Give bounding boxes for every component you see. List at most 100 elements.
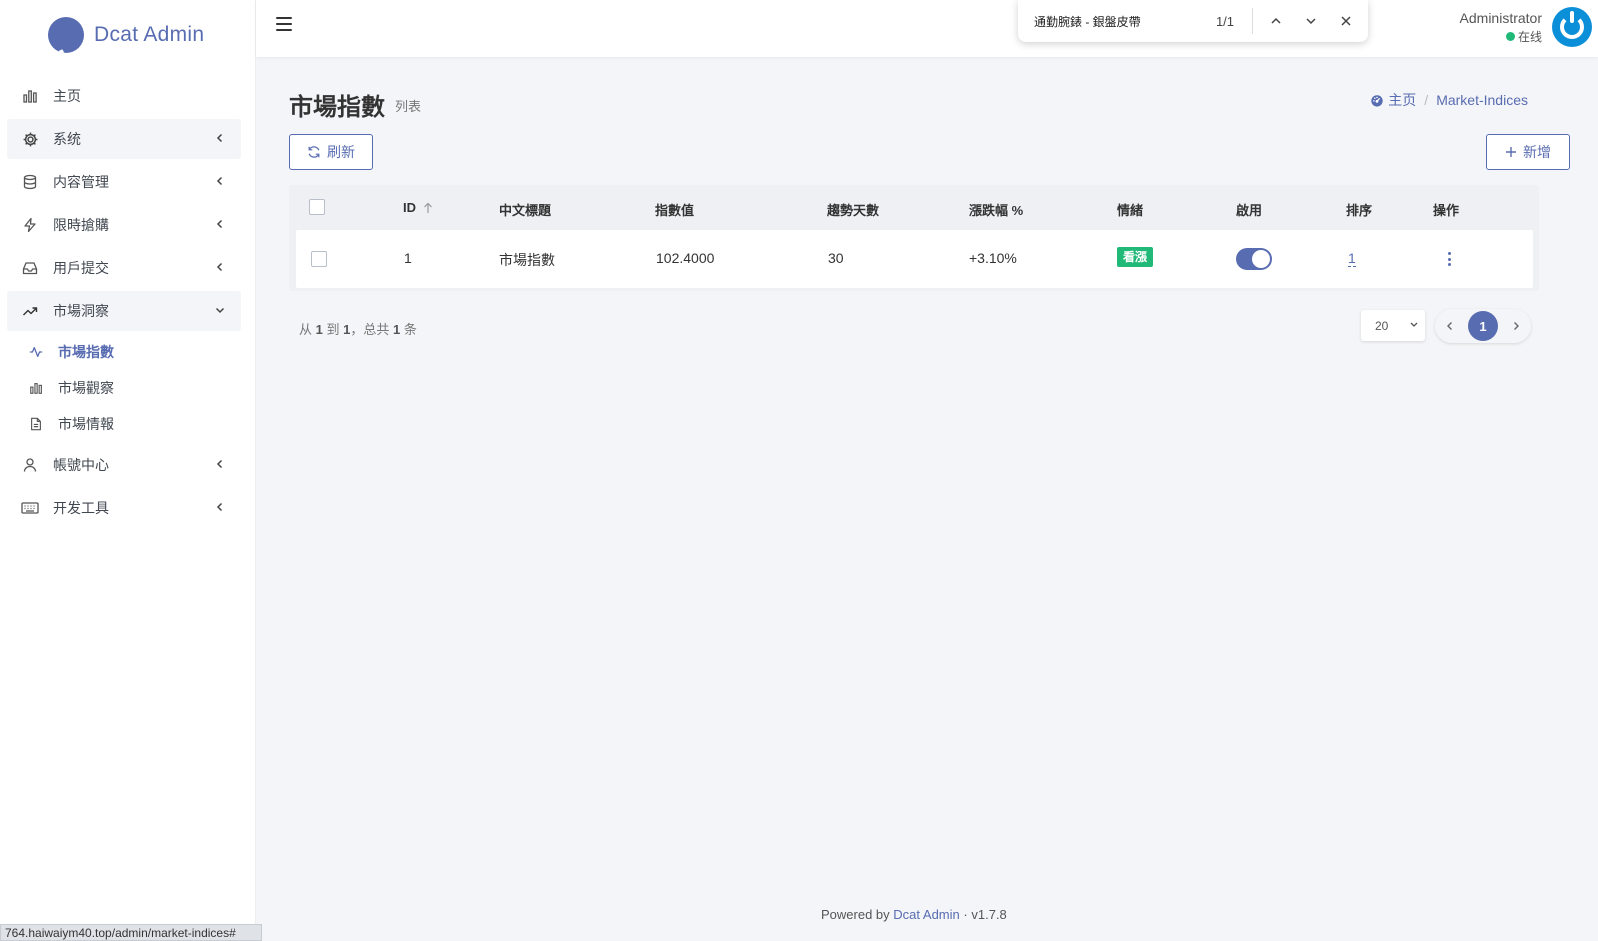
column-header-order: 排序 [1346,203,1373,218]
bar-chart-icon [28,380,44,396]
close-icon [1341,16,1351,26]
find-next-button[interactable] [1298,8,1324,34]
table-row: 1 市場指數 102.4000 30 +3.10% 看漲 1 [296,230,1533,288]
cell-value: 102.4000 [656,250,715,266]
sidebar-item-label: 用戶提交 [53,260,109,276]
sidebar-item-label: 帳號中心 [53,457,109,473]
sidebar-subitem-market-index[interactable]: 市場指數 [0,334,255,370]
find-divider [1252,8,1253,34]
chevron-left-icon [213,217,227,231]
find-close-button[interactable] [1333,8,1359,34]
chevron-left-icon [213,457,227,471]
breadcrumb-home-link[interactable]: 主页 [1370,90,1416,110]
page-title: 市場指數 [289,94,385,121]
keyboard-icon [21,499,39,517]
dashboard-icon [1371,95,1383,107]
footer-dcat-link[interactable]: Dcat Admin [893,907,959,922]
data-table: ID 中文標題 指數值 趨勢天數 漲跌幅 % 情緒 啟用 排序 操作 1 市場指… [289,185,1539,291]
cell-order: 1 [1348,250,1356,267]
column-header-actions: 操作 [1433,203,1460,218]
enabled-toggle[interactable] [1236,248,1272,270]
inbox-icon [21,259,39,277]
user-icon [21,456,39,474]
avatar[interactable] [1552,7,1592,47]
cell-trend-days: 30 [828,250,844,266]
page-number-button[interactable]: 1 [1468,311,1498,341]
sidebar-menu-lower: 帳號中心 开发工具 [0,445,255,528]
sentiment-badge: 看漲 [1117,247,1154,267]
find-query-input[interactable]: 通勤腕錶 - 銀盤皮帶 [1034,13,1206,30]
select-all-checkbox[interactable] [309,199,325,215]
add-button[interactable]: 新增 [1486,134,1570,170]
plus-icon [1505,146,1517,158]
user-info[interactable]: Administrator 在线 [1460,10,1542,45]
cell-title: 市場指數 [499,252,555,268]
cell-sentiment: 看漲 [1117,247,1154,267]
sidebar-subitem-market-watch[interactable]: 市場觀察 [0,370,255,406]
chevron-left-icon [1447,322,1452,330]
sidebar-item-dev-tools[interactable]: 开发工具 [7,488,241,528]
sidebar-item-flash-sale[interactable]: 限時搶購 [7,205,241,245]
document-icon [28,416,44,432]
sidebar-item-label: 市場洞察 [53,303,109,319]
refresh-icon [307,145,321,159]
chevron-down-icon [213,303,227,317]
user-status-text: 在线 [1517,30,1542,44]
breadcrumb-home-label: 主页 [1388,92,1417,108]
trending-up-icon [21,302,39,320]
order-editable-link[interactable]: 1 [1348,250,1356,267]
cell-id: 1 [404,250,412,266]
previous-page-button[interactable] [1445,321,1455,331]
sidebar-item-label: 开发工具 [53,500,109,516]
cell-change: +3.10% [969,250,1017,266]
find-previous-button[interactable] [1263,8,1289,34]
sort-arrow-up-icon [424,202,432,213]
find-match-count: 1/1 [1215,13,1235,29]
menu-toggle-icon[interactable] [276,17,292,33]
sidebar-item-label: 内容管理 [53,174,109,190]
breadcrumb: 主页 / Market-Indices [1370,90,1528,110]
online-dot-icon [1505,32,1515,41]
brand-name: Dcat Admin [94,23,205,46]
more-vertical-icon [1444,250,1454,268]
row-checkbox[interactable] [311,251,327,267]
chevron-left-icon [213,260,227,274]
chevron-left-icon [213,500,227,514]
database-icon [21,173,39,191]
next-page-button[interactable] [1511,321,1521,331]
per-page-select[interactable]: 20 [1361,310,1425,341]
sidebar-item-account[interactable]: 帳號中心 [7,445,241,485]
chevron-down-icon [1306,18,1316,25]
cell-enabled [1236,248,1272,270]
breadcrumb-current: Market-Indices [1436,92,1528,108]
sidebar-item-submissions[interactable]: 用戶提交 [7,248,241,288]
user-name: Administrator [1459,10,1542,26]
power-icon [1560,11,1584,39]
sidebar-item-market-insights[interactable]: 市場洞察 [7,291,241,331]
sidebar-item-label: 主页 [53,88,81,104]
gear-icon [21,130,39,148]
row-actions-button[interactable] [1444,250,1454,268]
brand[interactable]: Dcat Admin [0,0,255,70]
column-header-trend-days: 趨勢天數 [827,203,880,218]
main-content: 市場指數 列表 主页 / Market-Indices 刷新 新增 ID 中文標… [256,57,1598,941]
sidebar-subitem-label: 市場指數 [58,344,114,360]
chevron-up-icon [1271,17,1281,24]
browser-status-url: 764.haiwaiym40.top/admin/market-indices# [0,924,262,941]
chevron-left-icon [213,131,227,145]
refresh-button[interactable]: 刷新 [289,134,373,170]
column-header-id[interactable]: ID [403,200,433,215]
refresh-label: 刷新 [327,144,355,160]
sidebar-subitem-label: 市場觀察 [58,380,114,396]
column-header-sentiment: 情緒 [1117,203,1144,218]
column-header-change: 漲跌幅 % [969,203,1024,218]
sidebar-item-home[interactable]: 主页 [7,76,241,116]
column-header-title: 中文標題 [499,203,552,218]
sidebar-subitem-market-intel[interactable]: 市場情報 [0,406,255,442]
activity-icon [28,344,44,360]
breadcrumb-separator: / [1424,92,1429,108]
sidebar-item-system[interactable]: 系统 [7,119,241,159]
sidebar-item-content[interactable]: 内容管理 [7,162,241,202]
chevron-left-icon [213,174,227,188]
user-status: 在线 [1460,28,1542,45]
